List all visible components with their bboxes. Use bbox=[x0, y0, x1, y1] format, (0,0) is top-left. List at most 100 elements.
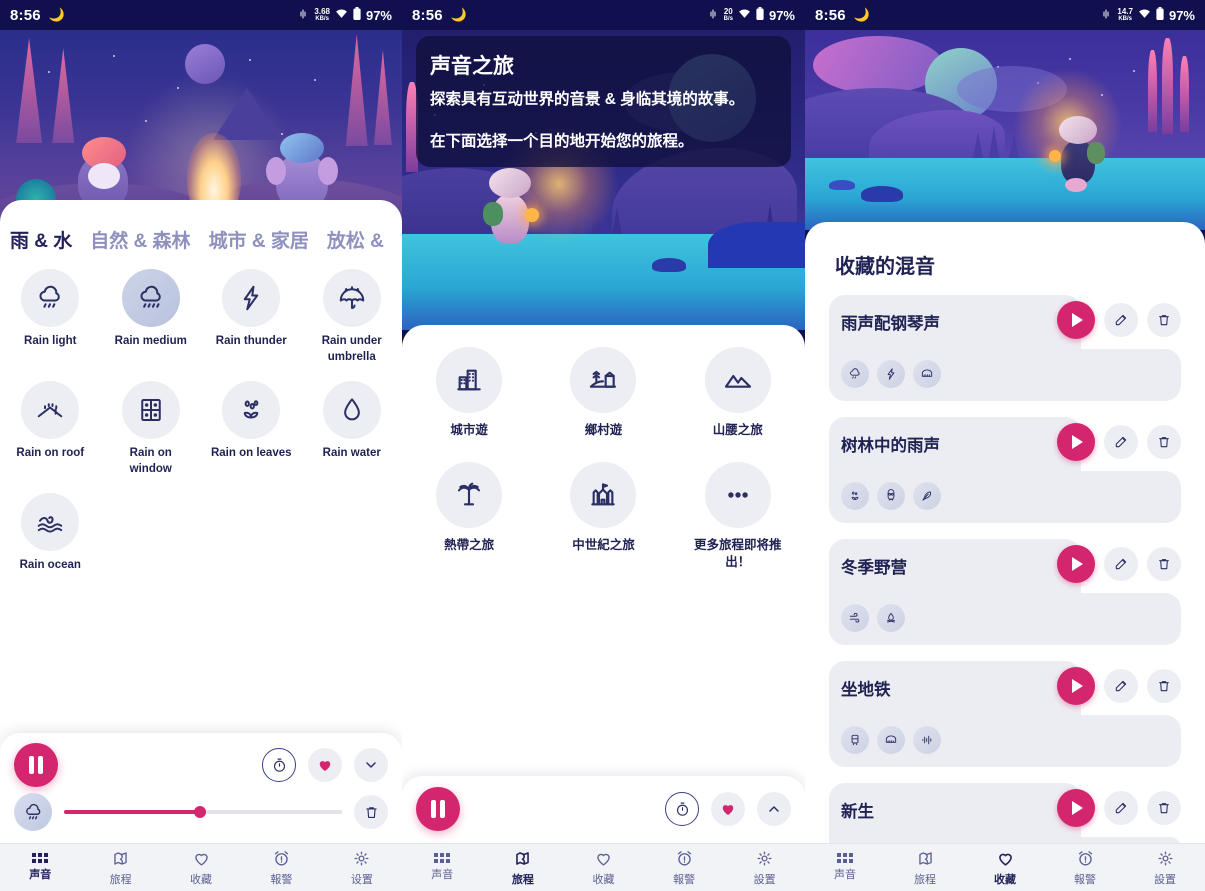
moon-icon bbox=[184, 44, 225, 84]
journey-item[interactable]: 城市遊 bbox=[402, 347, 536, 440]
heart-outline-icon bbox=[597, 853, 610, 866]
palm-tree-icon[interactable] bbox=[436, 461, 503, 528]
nav-settings[interactable]: 設置 bbox=[1125, 844, 1205, 891]
nav-favorites[interactable]: 收藏 bbox=[965, 844, 1045, 891]
castle-icon[interactable] bbox=[570, 461, 637, 528]
nav-sounds[interactable]: 声音 bbox=[805, 844, 885, 891]
journey-item[interactable]: 山腰之旅 bbox=[671, 347, 805, 440]
play-button[interactable] bbox=[1057, 301, 1095, 339]
favorites-list: 雨声配钢琴声 树林中的雨声 冬季野营 坐地铁 新生 bbox=[805, 295, 1205, 859]
sound-item[interactable]: Rain water bbox=[302, 381, 403, 477]
journey-intro-card: 声音之旅 探索具有互动世界的音景 & 身临其境的故事。 在下面选择一个目的地开始… bbox=[416, 36, 791, 168]
battery-percent: 97% bbox=[365, 7, 392, 23]
battery-icon bbox=[1156, 7, 1164, 23]
umbrella-icon[interactable] bbox=[322, 269, 381, 327]
sound-label: Rain on leaves bbox=[210, 447, 292, 460]
volume-slider[interactable] bbox=[64, 806, 342, 818]
sound-label: Rain thunder bbox=[215, 335, 287, 347]
pause-button[interactable] bbox=[14, 743, 58, 787]
nav-alarm[interactable]: 報警 bbox=[241, 844, 321, 891]
favorite-card: 坐地铁 bbox=[829, 661, 1181, 767]
nav-sounds[interactable]: 声音 bbox=[0, 844, 80, 891]
character-traveler bbox=[482, 168, 539, 260]
delete-button[interactable] bbox=[1147, 669, 1181, 703]
rain-cloud-icon[interactable] bbox=[14, 793, 52, 831]
edit-button[interactable] bbox=[1104, 303, 1138, 337]
delete-button[interactable] bbox=[1147, 791, 1181, 825]
nav-journeys[interactable]: 旅程 bbox=[483, 844, 564, 891]
bottom-nav: 声音 旅程 收藏 報警 設置 bbox=[805, 843, 1205, 891]
lightning-bolt-icon[interactable] bbox=[222, 269, 281, 327]
timer-button[interactable] bbox=[262, 748, 296, 782]
timer-button[interactable] bbox=[665, 792, 699, 826]
chevron-up-icon[interactable] bbox=[757, 792, 791, 826]
sound-item[interactable]: Rain on leaves bbox=[201, 381, 302, 477]
status-time: 8:56 bbox=[412, 6, 443, 24]
rain-cloud-icon bbox=[841, 360, 869, 388]
tab-nature-forest[interactable]: 自然 & 森林 bbox=[90, 226, 190, 253]
nav-journeys[interactable]: 旅程 bbox=[885, 844, 965, 891]
edit-button[interactable] bbox=[1104, 547, 1138, 581]
sound-item[interactable]: Rain under umbrella bbox=[302, 269, 403, 365]
status-bar: 8:56 🌙 20 B/s 97% bbox=[402, 0, 805, 30]
favorite-name: 坐地铁 bbox=[841, 681, 891, 699]
moon-icon: 🌙 bbox=[48, 7, 66, 22]
chevron-down-icon[interactable] bbox=[354, 748, 388, 782]
waterdrop-icon[interactable] bbox=[322, 381, 381, 440]
play-button[interactable] bbox=[1057, 545, 1095, 583]
sound-item[interactable]: Rain on roof bbox=[0, 381, 101, 477]
window-icon[interactable] bbox=[121, 381, 180, 440]
nav-settings[interactable]: 設置 bbox=[724, 844, 805, 891]
piano-icon bbox=[877, 726, 905, 754]
nav-alarm[interactable]: 報警 bbox=[1045, 844, 1125, 891]
play-button[interactable] bbox=[1057, 789, 1095, 827]
edit-button[interactable] bbox=[1104, 791, 1138, 825]
city-buildings-icon[interactable] bbox=[436, 347, 503, 413]
sound-item[interactable]: Rain medium bbox=[101, 269, 202, 365]
sound-item[interactable]: Rain thunder bbox=[201, 269, 302, 365]
roof-icon[interactable] bbox=[21, 381, 80, 440]
delete-button[interactable] bbox=[1147, 425, 1181, 459]
category-tabs[interactable]: 雨 & 水 自然 & 森林 城市 & 家居 放松 & bbox=[0, 200, 402, 263]
screen-sounds: 8:56 🌙 3.68 KB/s 97% 雨 & 水 自然 & 森林 城市 & … bbox=[0, 0, 402, 891]
ocean-wave-icon[interactable] bbox=[21, 493, 80, 552]
countryside-icon[interactable] bbox=[570, 347, 637, 413]
favorite-button[interactable] bbox=[308, 748, 342, 782]
play-button[interactable] bbox=[1057, 667, 1095, 705]
nav-sounds[interactable]: 声音 bbox=[402, 844, 483, 891]
delete-button[interactable] bbox=[1147, 547, 1181, 581]
delete-button[interactable] bbox=[1147, 303, 1181, 337]
favorite-name: 新生 bbox=[841, 803, 874, 821]
favorite-button[interactable] bbox=[711, 792, 745, 826]
rain-cloud-icon[interactable] bbox=[121, 269, 180, 327]
ellipsis-icon[interactable] bbox=[704, 461, 771, 528]
edit-button[interactable] bbox=[1104, 425, 1138, 459]
mountain-icon[interactable] bbox=[704, 347, 771, 413]
sound-item[interactable]: Rain ocean bbox=[0, 493, 101, 574]
journey-item[interactable]: 熱帶之旅 bbox=[402, 461, 536, 572]
nav-alarm[interactable]: 報警 bbox=[644, 844, 725, 891]
journey-item[interactable]: 中世紀之旅 bbox=[536, 461, 670, 572]
vibrate-icon bbox=[297, 8, 309, 23]
rain-cloud-icon[interactable] bbox=[21, 269, 80, 327]
nav-journeys[interactable]: 旅程 bbox=[80, 844, 160, 891]
sound-item[interactable]: Rain on window bbox=[101, 381, 202, 477]
edit-button[interactable] bbox=[1104, 669, 1138, 703]
nav-settings[interactable]: 设置 bbox=[322, 844, 402, 891]
nav-favorites[interactable]: 收藏 bbox=[563, 844, 644, 891]
favorites-sheet: 收藏的混音 雨声配钢琴声 树林中的雨声 冬季野营 坐地铁 新生 bbox=[805, 222, 1205, 891]
journey-item[interactable]: 鄉村遊 bbox=[536, 347, 670, 440]
nav-favorites[interactable]: 收藏 bbox=[161, 844, 241, 891]
tab-city-home[interactable]: 城市 & 家居 bbox=[209, 226, 309, 253]
pause-button[interactable] bbox=[416, 787, 460, 831]
sound-item[interactable]: Rain light bbox=[0, 269, 101, 365]
leaves-icon bbox=[841, 482, 869, 510]
tab-relax[interactable]: 放松 & bbox=[327, 226, 384, 253]
journey-item[interactable]: 更多旅程即将推出！ bbox=[671, 461, 805, 572]
journey-label: 城市遊 bbox=[450, 423, 488, 437]
tab-rain-water[interactable]: 雨 & 水 bbox=[10, 226, 72, 253]
trash-icon[interactable] bbox=[354, 795, 388, 829]
leaves-icon[interactable] bbox=[222, 381, 281, 440]
journey-label: 更多旅程即将推出！ bbox=[694, 537, 782, 570]
play-button[interactable] bbox=[1057, 423, 1095, 461]
